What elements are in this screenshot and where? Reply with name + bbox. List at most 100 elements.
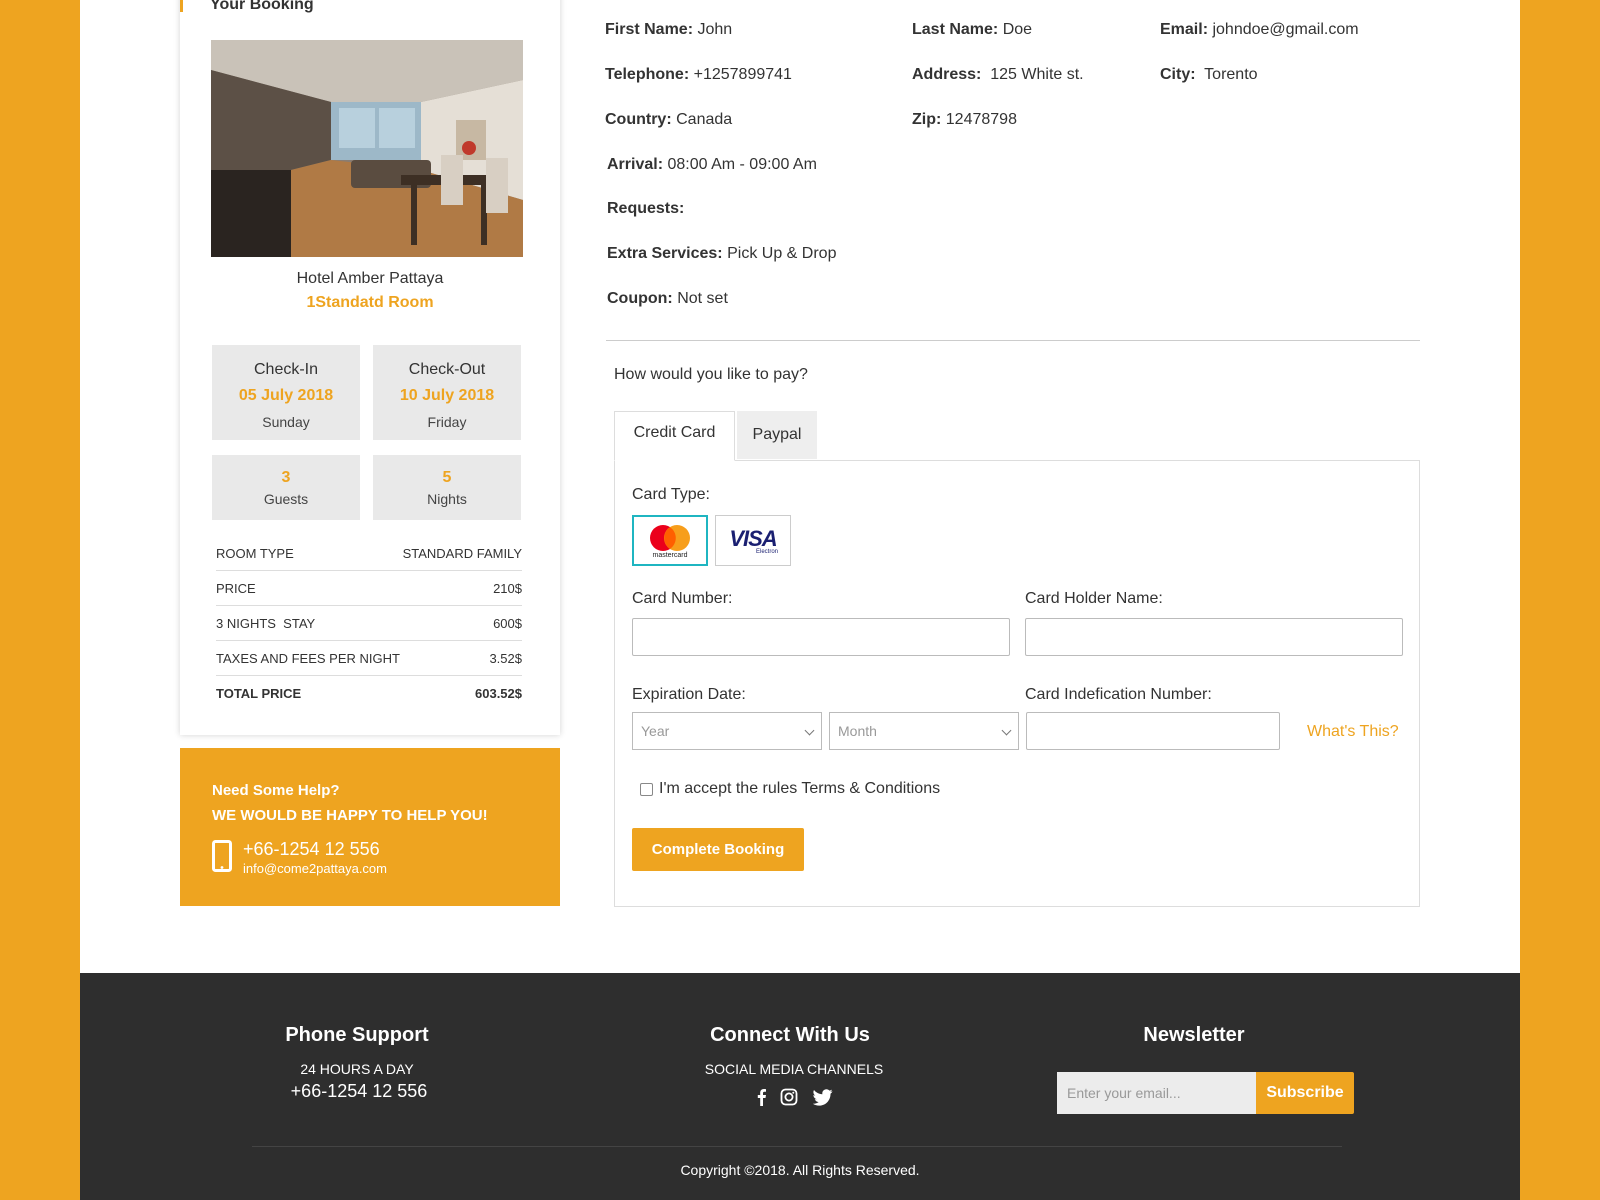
facebook-icon[interactable]	[754, 1088, 770, 1106]
newsletter-title: Newsletter	[1143, 1024, 1245, 1046]
total-price-value: 603.52$	[475, 686, 522, 701]
card-holder-input[interactable]	[1025, 618, 1403, 656]
first-name-value: John	[697, 21, 733, 38]
card-number-input[interactable]	[632, 618, 1010, 656]
requests: Requests:	[607, 200, 684, 218]
copyright: Copyright ©2018. All Rights Reserved.	[680, 1162, 920, 1178]
visa-option[interactable]: VISA Electron	[715, 515, 791, 566]
nights-label: Nights	[427, 491, 467, 507]
address-label: Address:	[912, 66, 982, 83]
zip: Zip: 12478798	[912, 111, 1017, 129]
visa-logo-icon: VISA	[729, 526, 777, 551]
price-row-value: 3.52$	[489, 651, 522, 666]
pay-question: How would you like to pay?	[614, 366, 808, 383]
checkout-date: 10 July 2018	[399, 387, 495, 404]
help-box: Need Some Help? WE WOULD BE HAPPY TO HEL…	[180, 748, 560, 906]
checkin-label: Check-In	[253, 361, 319, 378]
email-label: Email:	[1160, 21, 1209, 38]
last-name-label: Last Name:	[912, 21, 999, 38]
address-value: 125 White st.	[990, 66, 1084, 83]
footer-divider	[252, 1146, 1342, 1147]
arrival-label: Arrival:	[607, 156, 664, 173]
tab-credit-card[interactable]: Credit Card	[614, 411, 735, 461]
cin-label: Card Indefication Number:	[1025, 686, 1212, 703]
coupon: Coupon: Not set	[607, 290, 728, 308]
footer-phone[interactable]: +66-1254 12 556	[212, 1081, 506, 1102]
coupon-value: Not set	[677, 290, 728, 307]
twitter-icon[interactable]	[812, 1088, 833, 1106]
last-name-value: Doe	[1002, 21, 1033, 38]
hotel-name: Hotel Amber Pattaya	[296, 270, 444, 287]
price-row-value: STANDARD FAMILY	[402, 546, 522, 561]
extra-services-label: Extra Services:	[607, 245, 723, 262]
nights-value: 5	[442, 469, 452, 486]
card-type-label: Card Type:	[632, 486, 710, 503]
first-name: First Name: John	[605, 21, 732, 39]
city-label: City:	[1160, 66, 1196, 83]
whats-this-link[interactable]: What's This?	[1307, 723, 1399, 741]
checkout-day: Friday	[427, 414, 467, 430]
chevron-down-icon	[1001, 725, 1012, 736]
total-price-row: TOTAL PRICE 603.52$	[216, 677, 522, 711]
terms-label: I'm accept the rules Terms & Conditions	[659, 780, 941, 797]
connect-title: Connect With Us	[710, 1024, 870, 1046]
month-select-value: Month	[838, 723, 877, 739]
telephone: Telephone: +1257899741	[605, 66, 792, 84]
help-email[interactable]: info@come2pattaya.com	[243, 861, 387, 876]
requests-label: Requests:	[607, 200, 685, 217]
guests-value: 3	[281, 469, 291, 486]
price-row-label: 3 NIGHTS STAY	[216, 616, 316, 631]
help-subheading: WE WOULD BE HAPPY TO HELP YOU!	[212, 807, 488, 824]
booking-summary-card: Your Booking Hotel Amber Pattaya 1Standa…	[180, 0, 560, 735]
coupon-label: Coupon:	[607, 290, 673, 307]
email-value: johndoe@gmail.com	[1212, 21, 1359, 38]
month-select[interactable]: Month	[829, 712, 1019, 750]
checkin-box: Check-In 05 July 2018 Sunday	[212, 345, 360, 440]
expiration-label: Expiration Date:	[632, 686, 746, 703]
title-accent-bar	[180, 0, 183, 12]
room-photo-image	[211, 40, 523, 257]
terms-checkbox[interactable]	[640, 783, 653, 796]
subscribe-button[interactable]: Subscribe	[1256, 1072, 1354, 1114]
price-row: 3 NIGHTS STAY 600$	[216, 607, 522, 641]
chevron-down-icon	[804, 725, 815, 736]
card-number-label: Card Number:	[632, 590, 733, 607]
connect-sub: SOCIAL MEDIA CHANNELS	[704, 1061, 884, 1077]
checkout-box: Check-Out 10 July 2018 Friday	[373, 345, 521, 440]
booking-title: Your Booking	[210, 0, 314, 13]
price-row: ROOM TYPE STANDARD FAMILY	[216, 537, 522, 571]
last-name: Last Name: Doe	[912, 21, 1032, 39]
tab-paypal[interactable]: Paypal	[737, 411, 817, 459]
zip-label: Zip:	[912, 111, 942, 128]
city-value: Torento	[1204, 66, 1258, 83]
room-name: 1Standatd Room	[306, 294, 434, 311]
newsletter-email-input[interactable]: Enter your email...	[1057, 1072, 1256, 1114]
first-name-label: First Name:	[605, 21, 694, 38]
extra-services: Extra Services: Pick Up & Drop	[607, 245, 836, 263]
checkin-day: Sunday	[262, 414, 310, 430]
checkout-label: Check-Out	[408, 361, 486, 378]
price-row-value: 600$	[493, 616, 522, 631]
complete-booking-button[interactable]: Complete Booking	[632, 828, 804, 871]
room-photo	[211, 40, 523, 257]
mastercard-text: mastercard	[652, 552, 688, 559]
instagram-icon[interactable]	[780, 1088, 798, 1106]
price-row-value: 210$	[493, 581, 522, 596]
arrival: Arrival: 08:00 Am - 09:00 Am	[607, 156, 817, 174]
extra-services-value: Pick Up & Drop	[727, 245, 837, 262]
cin-input[interactable]	[1026, 712, 1280, 750]
help-heading: Need Some Help?	[212, 782, 340, 799]
card-holder-label: Card Holder Name:	[1025, 590, 1163, 607]
total-price-label: TOTAL PRICE	[216, 686, 302, 701]
mastercard-option[interactable]: mastercard	[632, 515, 708, 566]
visa-electron-text: Electron	[756, 549, 779, 555]
year-select-value: Year	[641, 723, 670, 739]
guests-label: Guests	[263, 491, 309, 507]
help-phone[interactable]: +66-1254 12 556	[243, 839, 380, 860]
year-select[interactable]: Year	[632, 712, 822, 750]
page: Your Booking Hotel Amber Pattaya 1Standa…	[80, 0, 1520, 1200]
footer: Phone Support 24 HOURS A DAY +66-1254 12…	[80, 973, 1520, 1200]
price-row: PRICE 210$	[216, 572, 522, 606]
arrival-value: 08:00 Am - 09:00 Am	[667, 156, 817, 173]
nights-box: 5 Nights	[373, 455, 521, 520]
